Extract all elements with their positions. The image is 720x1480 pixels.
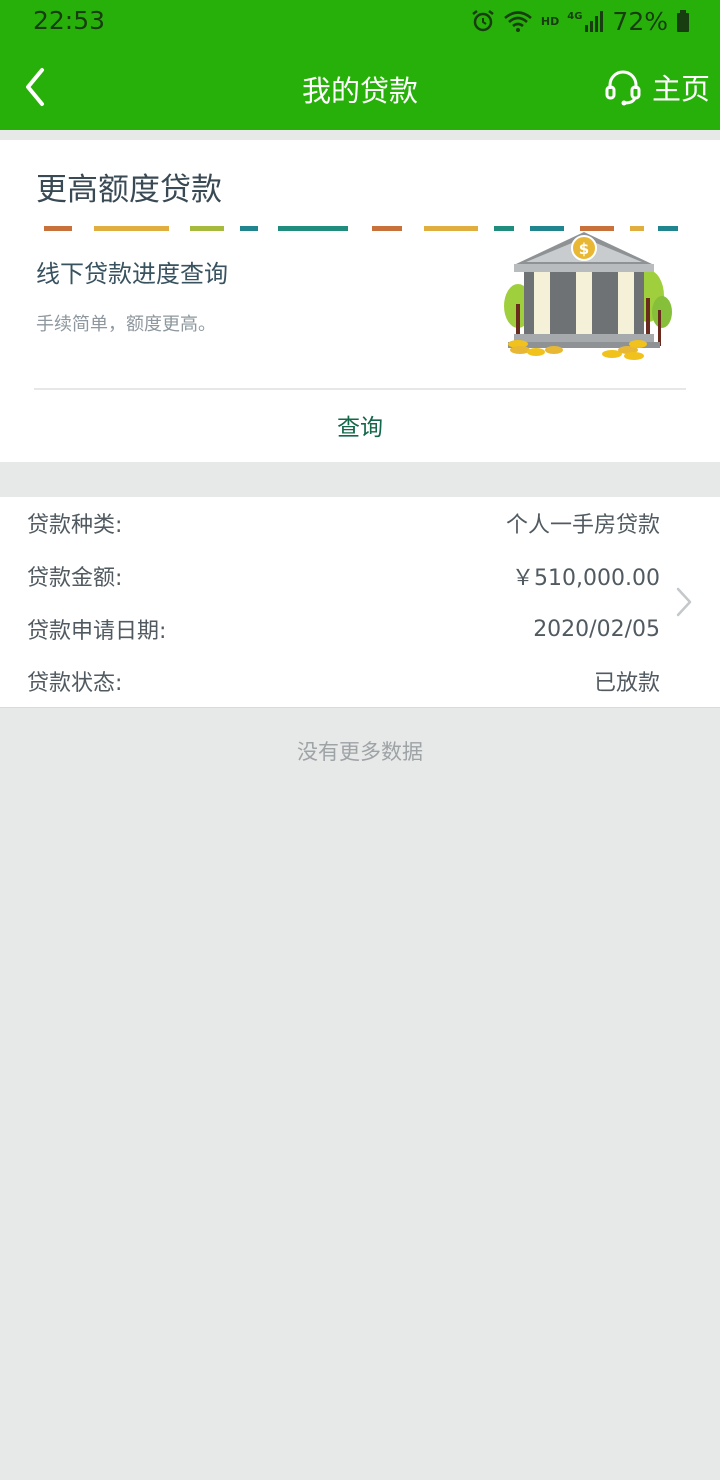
no-more-data-text: 没有更多数据 xyxy=(297,740,423,764)
network-type: 4G xyxy=(567,10,583,22)
loan-record[interactable]: 贷款种类: 个人一手房贷款 贷款金额: ￥510,000.00 贷款申请日期: … xyxy=(0,497,720,708)
battery-percent: 72% xyxy=(612,6,668,36)
hd-indicator: HD xyxy=(540,14,560,28)
promo-divider xyxy=(34,388,686,390)
loan-date-label: 贷款申请日期: xyxy=(27,619,167,644)
loan-date-value: 2020/02/05 xyxy=(533,616,660,642)
signal-icon xyxy=(585,11,604,32)
top-bar: 22:53 HD 4G 72% 我的贷款 主页 xyxy=(0,0,720,130)
loan-amount-value: ￥510,000.00 xyxy=(512,566,660,591)
alarm-icon xyxy=(472,10,494,32)
loan-status-value: 已放款 xyxy=(593,671,660,696)
home-label: 主页 xyxy=(651,72,710,106)
loan-amount-label: 贷款金额: xyxy=(27,566,123,591)
query-button[interactable]: 查询 xyxy=(0,408,720,442)
loan-row-status: 贷款状态: 已放款 xyxy=(27,665,660,697)
status-icons: HD 4G 72% xyxy=(471,6,690,36)
promo-subtitle: 线下贷款进度查询 xyxy=(36,260,228,288)
loan-row-type: 贷款种类: 个人一手房贷款 xyxy=(27,507,660,539)
loan-type-label: 贷款种类: xyxy=(27,513,123,538)
headset-icon xyxy=(605,70,641,106)
bank-illustration: $ xyxy=(504,232,672,360)
promo-description: 手续简单，额度更高。 xyxy=(36,314,216,335)
loan-type-value: 个人一手房贷款 xyxy=(505,513,660,538)
promo-card: 更高额度贷款 线下贷款进度查询 手续简单，额度更高。 $ 查询 xyxy=(0,140,720,462)
wifi-icon xyxy=(504,11,532,32)
promo-title: 更高额度贷款 xyxy=(36,172,222,208)
status-time: 22:53 xyxy=(33,6,106,35)
home-button[interactable]: 主页 xyxy=(604,64,710,110)
battery-icon xyxy=(677,10,689,32)
loan-row-date: 贷款申请日期: 2020/02/05 xyxy=(27,613,660,645)
svg-text:$: $ xyxy=(579,240,589,258)
loan-row-amount: 贷款金额: ￥510,000.00 xyxy=(27,560,660,592)
chevron-right-icon xyxy=(676,587,692,617)
loan-status-label: 贷款状态: xyxy=(27,671,123,696)
